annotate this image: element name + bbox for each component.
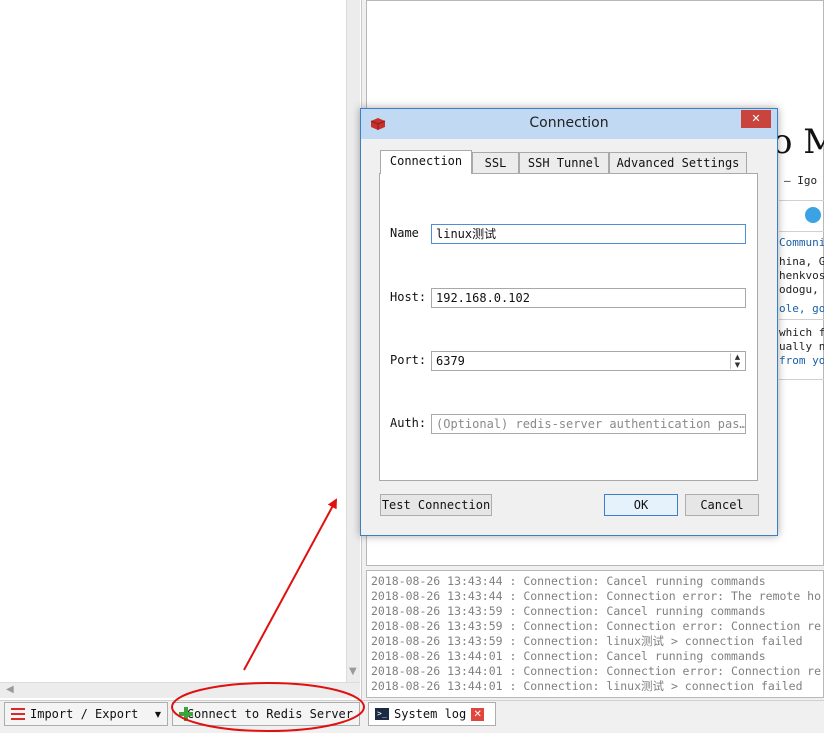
annotation-overlay <box>171 498 365 732</box>
annotation-arrow <box>243 498 337 671</box>
tab-connection[interactable]: Connection <box>380 150 472 174</box>
annotation-circle <box>171 682 365 732</box>
